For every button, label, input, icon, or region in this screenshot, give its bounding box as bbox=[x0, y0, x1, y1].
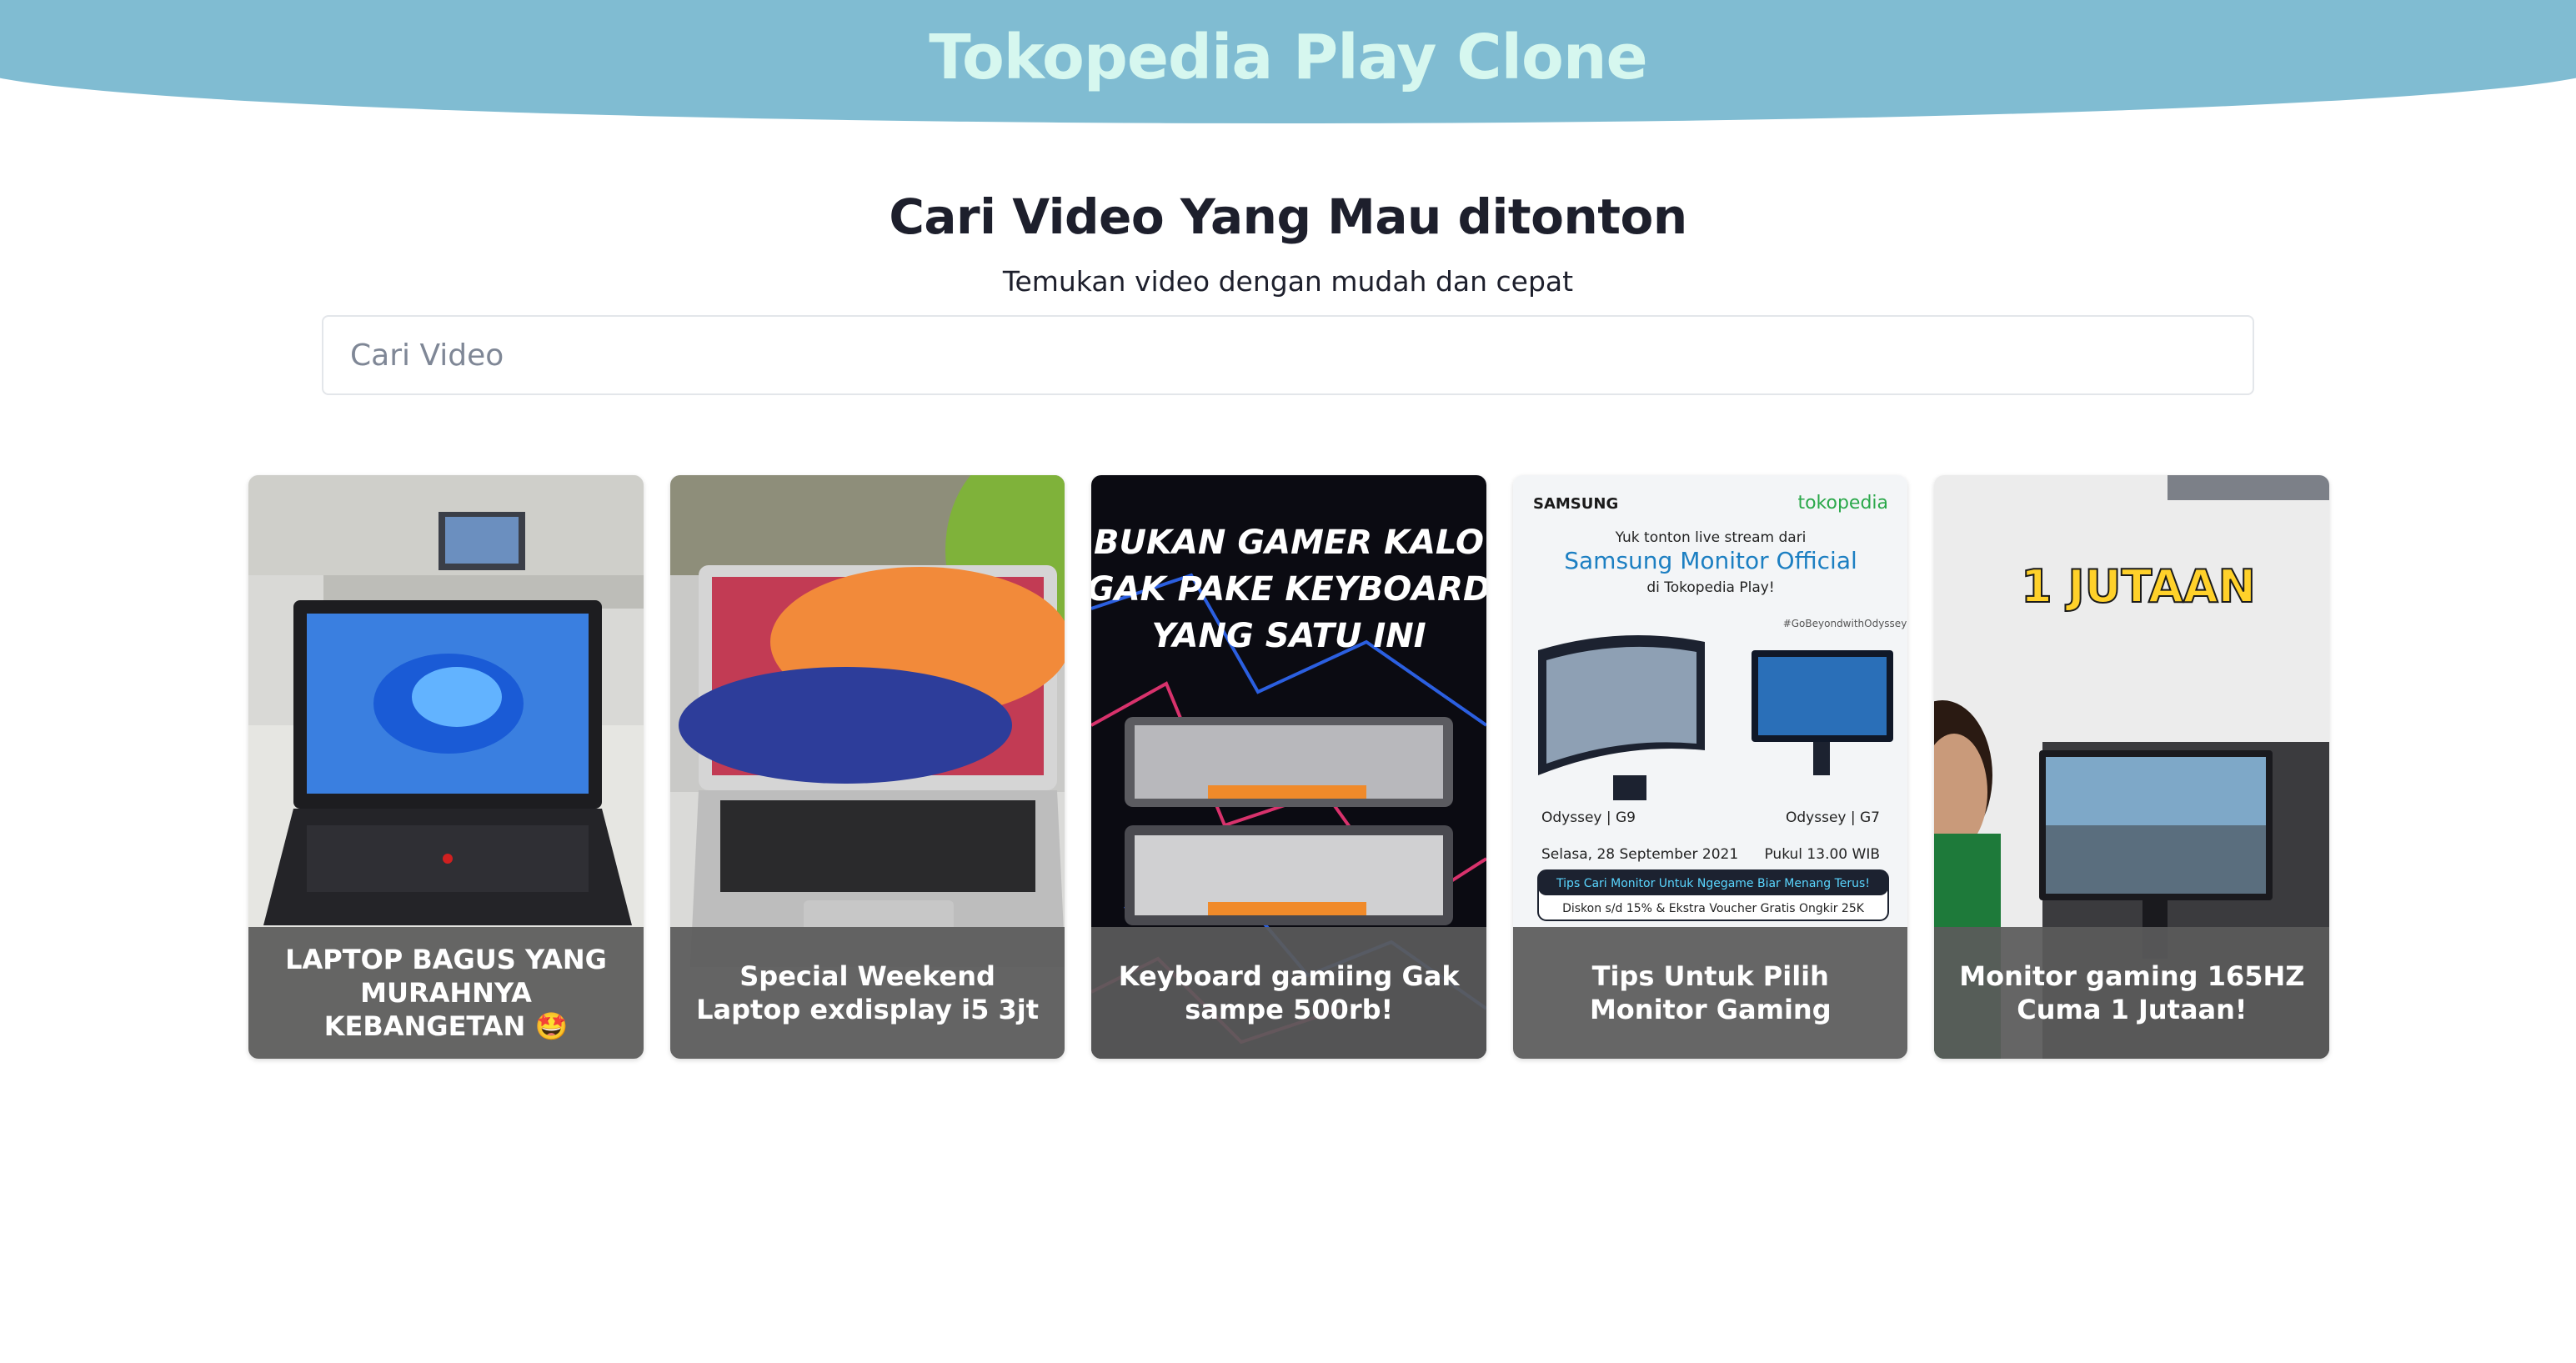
video-title: Monitor gaming 165HZ Cuma 1 Jutaan! bbox=[1959, 960, 2305, 1025]
video-card[interactable]: Special Weekend Laptop exdisplay i5 3jt bbox=[669, 475, 1065, 1059]
brand-logo: SAMSUNG bbox=[1533, 495, 1618, 513]
thumb-text: Samsung Monitor Official bbox=[1564, 547, 1857, 574]
thumb-text: #GoBeyondwithOdyssey bbox=[1782, 618, 1907, 629]
thumb-text: GAK PAKE KEYBOARD bbox=[1091, 570, 1486, 609]
thumb-text: Diskon s/d 15% & Ekstra Voucher Gratis O… bbox=[1562, 902, 1865, 915]
thumb-text: Yuk tonton live stream dari bbox=[1614, 529, 1806, 546]
video-title: LAPTOP BAGUS YANG MURAHNYA KEBANGETAN 🤩 bbox=[285, 944, 607, 1042]
video-caption: Tips Untuk Pilih Monitor Gaming bbox=[1512, 927, 1908, 1059]
thumb-text: Odyssey | G9 bbox=[1541, 809, 1636, 826]
thumb-text: 1 JUTAAN bbox=[2022, 560, 2257, 613]
brand-logo: tokopedia bbox=[1797, 493, 1888, 514]
video-card[interactable]: SAMSUNG tokopedia Yuk tonton live stream… bbox=[1512, 475, 1908, 1059]
page-title: Cari Video Yang Mau ditonton bbox=[889, 188, 1687, 245]
video-caption: Special Weekend Laptop exdisplay i5 3jt bbox=[669, 927, 1065, 1059]
thumb-text: di Tokopedia Play! bbox=[1646, 579, 1774, 596]
video-caption: Keyboard gamiing Gak sampe 500rb! bbox=[1091, 927, 1486, 1059]
page-subtitle: Temukan video dengan mudah dan cepat bbox=[1002, 265, 1574, 298]
video-caption: Monitor gaming 165HZ Cuma 1 Jutaan! bbox=[1934, 927, 2329, 1059]
video-card[interactable]: BUKAN GAMER KALO GAK PAKE KEYBOARD YANG … bbox=[1091, 475, 1486, 1059]
thumb-text: Odyssey | G7 bbox=[1786, 809, 1880, 826]
thumb-text: BUKAN GAMER KALO bbox=[1094, 524, 1484, 562]
video-card[interactable]: 1 JUTAAN Monitor gaming 165HZ Cuma 1 Jut… bbox=[1934, 475, 2329, 1059]
thumb-text: Pukul 13.00 WIB bbox=[1764, 846, 1880, 863]
thumb-text: Tips Cari Monitor Untuk Ngegame Biar Men… bbox=[1556, 877, 1870, 890]
video-grid: LAPTOP BAGUS YANG MURAHNYA KEBANGETAN 🤩 … bbox=[248, 475, 2329, 1059]
thumb-text: Selasa, 28 September 2021 bbox=[1541, 846, 1738, 863]
app-title: Tokopedia Play Clone bbox=[929, 22, 1647, 93]
video-card[interactable]: LAPTOP BAGUS YANG MURAHNYA KEBANGETAN 🤩 bbox=[248, 475, 644, 1059]
video-title: Keyboard gamiing Gak sampe 500rb! bbox=[1118, 960, 1460, 1025]
video-title: Tips Untuk Pilih Monitor Gaming bbox=[1589, 960, 1832, 1025]
video-title: Special Weekend Laptop exdisplay i5 3jt bbox=[696, 960, 1040, 1025]
thumb-text: YANG SATU INI bbox=[1152, 617, 1426, 655]
video-caption: LAPTOP BAGUS YANG MURAHNYA KEBANGETAN 🤩 bbox=[248, 927, 644, 1059]
search-input[interactable] bbox=[322, 315, 2254, 395]
